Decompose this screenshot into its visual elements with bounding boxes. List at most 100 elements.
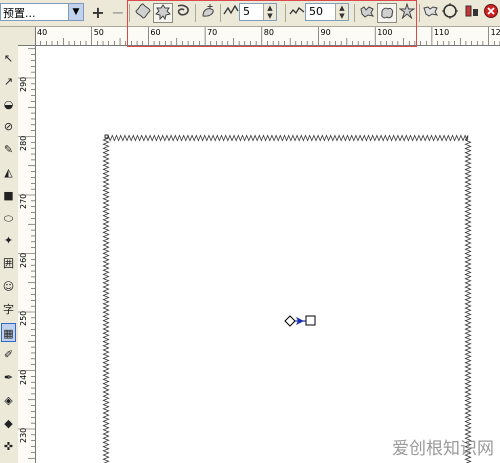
mesh-fill-tool[interactable]: ✜	[1, 437, 16, 456]
ruler-label: 50	[93, 28, 104, 37]
fill-tool-icon: ◈	[4, 394, 13, 407]
ruler-label: 100	[377, 28, 393, 37]
freehand-tool-icon: ✎	[3, 143, 14, 157]
outline-tool[interactable]: ✒	[1, 368, 16, 387]
chevron-down-icon[interactable]: ▼	[68, 4, 83, 20]
amplitude-value: 5	[243, 5, 250, 18]
frequency-spinbox[interactable]: 50 ▲ ▼	[305, 3, 349, 21]
clear-distortion-button[interactable]	[481, 3, 500, 23]
text-tool[interactable]: 字	[1, 300, 16, 319]
random-distortion-icon	[360, 6, 375, 18]
ellipse-tool-icon: ⬭	[3, 211, 14, 225]
smudge-tool[interactable]: ◒	[1, 95, 16, 114]
ruler-label: 90	[320, 28, 331, 37]
outline-tool-icon: ✒	[3, 371, 14, 385]
smart-fill-tool-icon: ◭	[4, 166, 13, 179]
zipper-distort-icon	[155, 4, 171, 21]
smart-fill-tool[interactable]: ◭	[1, 163, 16, 182]
interactive-distort-tool-icon: ▦	[3, 326, 14, 340]
freehand-tool[interactable]: ✎	[1, 140, 16, 159]
ruler-label: 40	[37, 28, 48, 37]
distortion-center-handle[interactable]	[284, 313, 318, 329]
smooth-distortion-button[interactable]	[377, 3, 397, 23]
copy-distortion-icon	[423, 6, 439, 17]
property-bar: 预置... ▼ + − 5 ▲ ▼ 50 ▲ ▼	[0, 0, 500, 27]
distortion-end-square-icon[interactable]	[305, 315, 316, 326]
preset-dropdown[interactable]: 预置... ▼	[0, 3, 84, 21]
preset-dropdown-label: 预置...	[3, 7, 36, 20]
interactive-fill-tool[interactable]: ◆	[1, 414, 16, 433]
interactive-distort-tool[interactable]: ▦	[1, 322, 16, 342]
random-distortion-button[interactable]	[357, 3, 377, 23]
distorted-rectangle-shape[interactable]	[36, 46, 500, 463]
drawing-canvas[interactable]	[36, 46, 500, 463]
polygon-tool[interactable]: ✦	[1, 231, 16, 250]
zoom-tool[interactable]: ⊘	[1, 117, 16, 136]
remove-preset-button[interactable]: −	[108, 3, 128, 23]
toolbar-separator	[195, 4, 196, 22]
toolbar-separator	[354, 4, 355, 22]
graph-paper-tool[interactable]: 囲	[1, 254, 16, 273]
rectangle-tool[interactable]: ■	[1, 186, 16, 205]
pick-tool[interactable]: ↖	[1, 49, 16, 68]
text-tool-icon: 字	[3, 302, 14, 316]
eyedropper-tool[interactable]: ✐	[1, 345, 16, 364]
add-distortion-icon	[202, 4, 214, 17]
basic-shapes-tool[interactable]: ☺	[1, 277, 16, 296]
zipper-distort-button[interactable]	[153, 3, 173, 23]
polygon-tool-icon: ✦	[3, 234, 14, 248]
local-distortion-icon	[398, 2, 416, 20]
ruler-label: 290	[19, 76, 28, 92]
push-pull-distort-button[interactable]	[133, 3, 153, 23]
distortion-start-diamond-icon[interactable]	[284, 315, 296, 327]
watermark-text: 爱创根知识网	[392, 439, 494, 459]
frequency-wave-icon	[289, 7, 305, 15]
fill-tool[interactable]: ◈	[1, 391, 16, 410]
pick-tool-icon: ↖	[3, 52, 14, 65]
graph-paper-tool-icon: 囲	[3, 257, 14, 271]
add-new-distortion-button[interactable]	[198, 3, 218, 23]
twister-distort-button[interactable]	[173, 3, 193, 23]
basic-shapes-tool-icon: ☺	[2, 280, 15, 293]
ruler-label: 280	[19, 135, 28, 151]
convert-to-curves-icon	[465, 5, 478, 17]
copy-distortion-button[interactable]	[421, 3, 441, 23]
ruler-label: 70	[207, 28, 218, 37]
center-circle-icon	[442, 3, 458, 19]
smooth-distortion-icon	[381, 7, 394, 19]
local-distortion-button[interactable]	[397, 2, 417, 23]
toolbar-separator	[285, 4, 286, 22]
zoom-tool-icon: ⊘	[3, 120, 14, 134]
ruler-label: 230	[19, 427, 28, 443]
amplitude-spinbox[interactable]: 5 ▲ ▼	[239, 3, 277, 21]
eyedropper-tool-icon: ✐	[3, 348, 14, 362]
shape-tool-icon: ↗	[3, 74, 14, 88]
center-distortion-button[interactable]	[440, 3, 460, 23]
frequency-value: 50	[309, 5, 323, 18]
ruler-label: 270	[19, 193, 28, 209]
amplitude-stepper-icon[interactable]: ▲ ▼	[263, 4, 276, 20]
convert-to-curves-button[interactable]	[462, 3, 482, 23]
ellipse-tool[interactable]: ⬭	[1, 209, 16, 228]
ruler-label: 110	[433, 28, 450, 37]
horizontal-ruler[interactable]: 40 50 60 70 80 90 100 110 120	[18, 27, 500, 46]
toolbox: ↖ ↗ ◒ ⊘ ✎ ◭ ■ ⬭ ✦ 囲 ☺ 字 ▦ ✐ ✒ ◈ ◆ ✜	[0, 27, 19, 463]
add-preset-button[interactable]: +	[88, 3, 108, 23]
interactive-fill-tool-icon: ◆	[4, 416, 13, 430]
rectangle-tool-icon: ■	[3, 188, 14, 202]
frequency-icon	[287, 3, 307, 23]
amplitude-icon	[221, 3, 241, 23]
ruler-label: 250	[19, 310, 28, 326]
mesh-fill-tool-icon: ✜	[3, 439, 14, 453]
selection-node-handle[interactable]	[104, 134, 109, 139]
toolbar-separator	[419, 4, 420, 22]
frequency-stepper-icon[interactable]: ▲ ▼	[335, 4, 348, 20]
ruler-origin-corner[interactable]	[18, 27, 36, 46]
vertical-ruler[interactable]: 290 280 270 260 250 240 230	[18, 45, 36, 463]
ruler-label: 80	[263, 28, 274, 37]
ruler-label: 240	[19, 369, 28, 385]
ruler-label: 260	[19, 252, 28, 268]
shape-tool[interactable]: ↗	[1, 72, 16, 91]
push-pull-distort-icon	[135, 3, 151, 19]
amplitude-zigzag-icon	[223, 4, 239, 15]
